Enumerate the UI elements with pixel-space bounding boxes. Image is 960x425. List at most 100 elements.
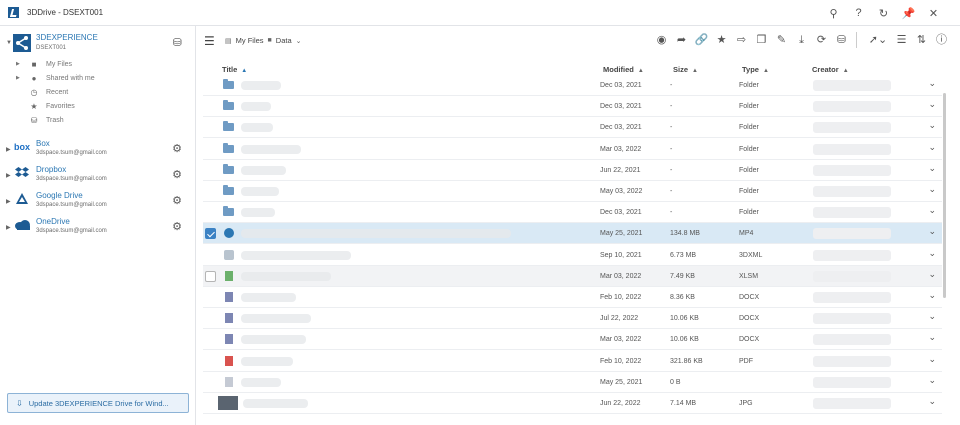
table-row[interactable]: Feb 10, 2022 8.36 KB DOCX ⌄ [203,287,942,308]
gear-icon[interactable]: ⚙ [172,220,182,233]
info-icon[interactable]: ⓘ [933,32,950,48]
chevron-down-icon[interactable]: ⌄ [928,99,936,110]
sidebar-item-favorites[interactable]: ★ Favorites [16,100,74,112]
table-row[interactable]: Dec 03, 2021 - Folder ⌄ [203,96,942,118]
update-drive-button[interactable]: ⇩ Update 3DEXPERIENCE Drive for Wind... [7,393,189,413]
chevron-right-icon[interactable]: ▶ [6,146,11,153]
account-box[interactable]: ▶ box Box 3dspace.tsum@gmail.com ⚙ [4,138,194,160]
file-name-redacted[interactable] [243,399,308,408]
chevron-down-icon[interactable]: ⌄ [928,120,936,131]
file-name-redacted[interactable] [241,81,281,90]
close-icon[interactable]: ✕ [921,0,946,26]
account-dropbox[interactable]: ▶ Dropbox 3dspace.tsum@gmail.com ⚙ [4,164,194,186]
chevron-right-icon[interactable]: ▶ [16,61,26,67]
table-row[interactable]: Dec 03, 2021 - Folder ⌄ [203,75,942,96]
link-icon[interactable]: 🔗 [693,32,710,48]
chevron-right-icon[interactable]: ▶ [6,198,11,205]
help-icon[interactable]: ? [846,0,871,26]
chevron-down-icon[interactable]: ⌄ [928,248,936,259]
file-name-redacted[interactable] [241,165,286,175]
sidebar-item-recent[interactable]: ◷ Recent [16,86,69,98]
row-checkbox[interactable] [205,228,216,240]
chevron-down-icon[interactable]: ⌄ [296,37,302,45]
chevron-down-icon[interactable]: ⌄ [928,226,936,237]
menu-icon[interactable]: ☰ [204,34,215,48]
file-name-redacted[interactable] [241,102,271,112]
column-title[interactable]: Title ▲ [222,65,247,74]
column-size[interactable]: Size ▲ [673,65,698,74]
rename-icon[interactable]: ✎ [773,32,790,48]
select-mode-icon[interactable]: ➚⌄ [866,32,890,48]
sync-icon[interactable]: ⟳ [813,32,830,48]
search-icon[interactable]: ⚲ [821,0,846,26]
file-name-redacted[interactable] [241,314,311,324]
table-row[interactable]: May 25, 2021 0 B ⌄ [203,372,942,393]
favorite-icon[interactable]: ★ [713,32,730,48]
column-creator[interactable]: Creator ▲ [812,65,849,74]
chevron-down-icon[interactable]: ⌄ [928,142,936,153]
storage-icon[interactable]: ⛁ [173,36,182,49]
chevron-down-icon[interactable]: ⌄ [928,311,936,322]
file-name-redacted[interactable] [241,123,273,133]
chevron-down-icon[interactable]: ⌄ [928,205,936,216]
table-row[interactable]: Dec 03, 2021 - Folder ⌄ [203,202,942,224]
table-row[interactable]: Dec 03, 2021 - Folder ⌄ [203,117,942,139]
file-name-redacted[interactable] [241,250,351,260]
chevron-right-icon[interactable]: ▶ [6,224,11,231]
table-row[interactable]: Jul 22, 2022 10.06 KB DOCX ⌄ [203,308,942,330]
table-row[interactable]: Sep 10, 2021 6.73 MB 3DXML ⌄ [203,245,942,266]
table-row[interactable]: Jun 22, 2021 - Folder ⌄ [203,160,942,181]
chevron-down-icon[interactable]: ⌄ [928,354,936,365]
column-type[interactable]: Type ▲ [742,65,769,74]
table-row[interactable]: Mar 03, 2022 10.06 KB DOCX ⌄ [203,329,942,351]
table-row[interactable]: Mar 03, 2022 7.49 KB XLSM ⌄ [203,265,942,287]
chevron-down-icon[interactable]: ⌄ [928,269,936,280]
table-row[interactable]: May 03, 2022 - Folder ⌄ [203,181,942,202]
sidebar-item-my-files[interactable]: ▶ ■ My Files [16,58,72,70]
chevron-down-icon[interactable]: ⌄ [928,163,936,174]
chevron-down-icon[interactable]: ⌄ [928,396,936,407]
file-name-redacted[interactable] [241,144,301,154]
file-name-redacted[interactable] [241,293,296,302]
chevron-down-icon[interactable]: ⌄ [928,290,936,301]
delete-icon[interactable]: ⛁ [833,32,850,48]
table-row[interactable]: Mar 03, 2022 - Folder ⌄ [203,139,942,160]
table-row[interactable]: Feb 10, 2022 321.86 KB PDF ⌄ [203,351,942,372]
file-name-redacted[interactable] [241,208,275,218]
sidebar-item-trash[interactable]: ⛁ Trash [16,114,64,126]
breadcrumb-root[interactable]: My Files [236,36,264,45]
chevron-down-icon[interactable]: ▼ [6,40,12,46]
breadcrumb-current[interactable]: Data [276,36,292,45]
chevron-right-icon[interactable]: ▶ [6,172,11,179]
move-icon[interactable]: ⇨ [733,32,750,48]
file-name-redacted[interactable] [241,377,281,387]
row-checkbox[interactable] [205,270,216,282]
table-row[interactable]: Jun 22, 2022 7.14 MB JPG ⌄ [203,393,942,414]
table-row[interactable]: May 25, 2021 134.8 MB MP4 ⌄ [203,223,942,245]
file-name-redacted[interactable] [241,187,279,196]
pin-icon[interactable]: 📌 [896,0,921,26]
account-3dexperience[interactable]: ▼ 3DEXPERIENCE DSEXT001 ⛁ [4,32,194,54]
share-icon[interactable]: ➦ [673,32,690,48]
chevron-right-icon[interactable]: ▶ [16,75,26,81]
chevron-down-icon[interactable]: ⌄ [928,375,936,386]
gear-icon[interactable]: ⚙ [172,142,182,155]
column-modified[interactable]: Modified ▲ [603,65,644,74]
chevron-down-icon[interactable]: ⌄ [928,332,936,343]
preview-icon[interactable]: ◉ [653,32,670,48]
file-name-redacted[interactable] [241,356,293,366]
scrollbar[interactable] [943,93,946,298]
chevron-down-icon[interactable]: ⌄ [928,78,936,89]
account-google-drive[interactable]: ▶ Google Drive 3dspace.tsum@gmail.com ⚙ [4,190,194,212]
sort-icon[interactable]: ⇅ [913,32,930,48]
gear-icon[interactable]: ⚙ [172,168,182,181]
file-name-redacted[interactable] [241,271,331,281]
sidebar-item-shared[interactable]: ▶ ● Shared with me [16,72,95,84]
file-name-redacted[interactable] [241,229,511,239]
refresh-icon[interactable]: ↻ [871,0,896,26]
chevron-down-icon[interactable]: ⌄ [928,184,936,195]
gear-icon[interactable]: ⚙ [172,194,182,207]
list-view-icon[interactable]: ☰ [893,32,910,48]
download-icon[interactable]: ⤓ [793,32,810,48]
copy-icon[interactable]: ❐ [753,32,770,48]
